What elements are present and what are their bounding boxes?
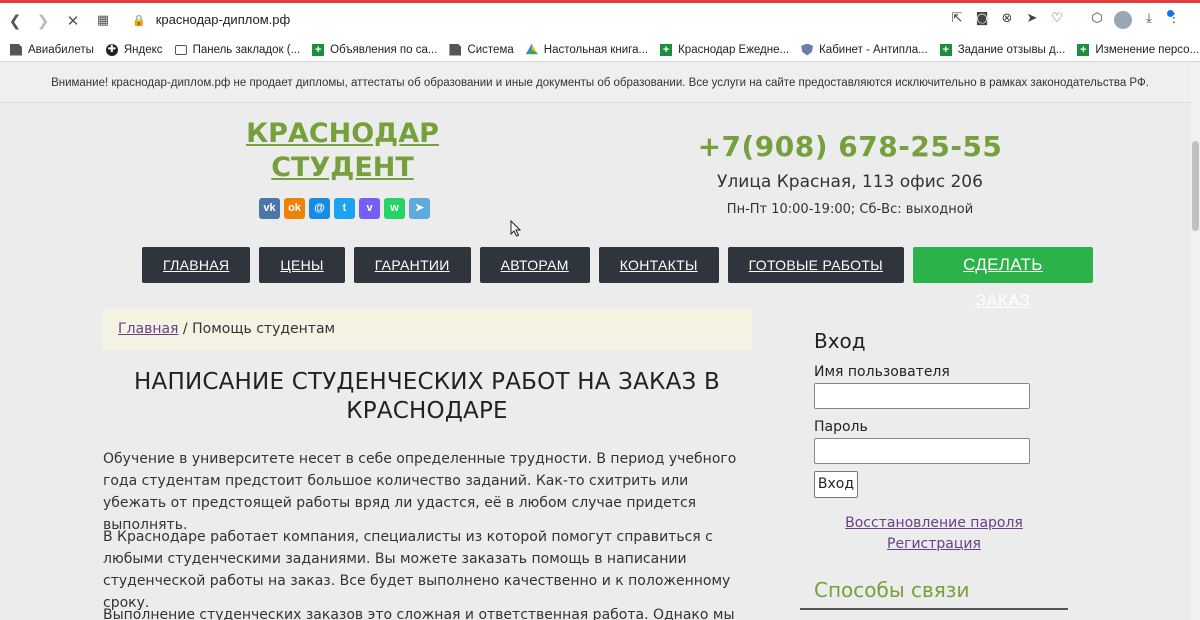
stop-loading-icon[interactable]: ✕ (62, 10, 84, 32)
ok-icon[interactable]: ok (284, 198, 305, 219)
recover-password-link[interactable]: Восстановление пароля (800, 515, 1068, 531)
bookmark-item[interactable]: Настольная книга... (525, 43, 649, 56)
main-menu: ГЛАВНАЯ ЦЕНЫ ГАРАНТИИ АВТОРАМ КОНТАКТЫ ГОТОВЫ… (142, 247, 1093, 310)
bookmark-file-icon (449, 43, 462, 56)
bookmark-plus-icon: + (312, 43, 325, 56)
menu-item[interactable]: ГЛАВНАЯ (142, 247, 251, 283)
bookmark-item[interactable]: ✚ Яндекс (105, 43, 163, 56)
bookmark-file-icon (10, 43, 22, 56)
username-label: Имя пользователя (814, 364, 950, 380)
page-title: НАПИСАНИЕ СТУДЕНЧЕСКИХ РАБОТ НА ЗАКАЗ В … (134, 369, 720, 424)
vk-icon[interactable]: vk (259, 198, 280, 219)
block-icon[interactable]: ⊗ (999, 11, 1015, 27)
heart-icon[interactable]: ♡ (1049, 11, 1065, 27)
address: Улица Красная, 113 офис 206 (717, 172, 983, 192)
bookmark-label: Настольная книга... (543, 43, 649, 56)
address-bar[interactable]: 🔒 краснодар-диплом.рф (132, 12, 290, 27)
divider (800, 608, 1068, 610)
login-button[interactable]: Вход (814, 471, 858, 498)
bookmark-label: Изменение персо... (1095, 43, 1200, 56)
download-icon[interactable]: ⤓ (1141, 11, 1157, 27)
download-indicator-dot (1167, 10, 1174, 17)
bookmark-drive-icon (525, 43, 538, 55)
back-icon[interactable]: ❮ (4, 10, 26, 32)
site-logo[interactable]: КРАСНОДАР СТУДЕНТ (240, 117, 445, 185)
bookmark-label: Задание отзывы д... (957, 43, 1066, 56)
camera-icon[interactable]: ◙ (974, 11, 990, 27)
paragraph-2: В Краснодаре работает компания, специали… (103, 529, 731, 611)
contact-methods-title: Способы связи (814, 578, 970, 602)
bookmarks-bar: Авиабилеты ✚ Яндекс Панель закладок (... + Об… (0, 38, 1200, 62)
menu-item[interactable]: КОНТАКТЫ (598, 247, 719, 283)
moimir-icon[interactable]: @ (309, 198, 330, 219)
menu-item[interactable]: ЦЕНЫ (259, 247, 345, 283)
password-input[interactable] (814, 438, 1030, 464)
scrollbar-thumb[interactable] (1192, 141, 1199, 231)
bookmark-label: Панель закладок (... (192, 43, 301, 56)
password-label: Пароль (814, 419, 868, 435)
breadcrumb-current: Помощь студентам (192, 321, 336, 337)
paragraph-1: Обучение в университете несет в себе опр… (103, 451, 737, 533)
bookmark-item[interactable]: + Изменение персо... (1077, 43, 1200, 56)
bookmark-item[interactable]: + Объявления по са... (312, 43, 438, 56)
mouse-cursor-icon (510, 220, 521, 237)
twitter-icon[interactable]: t (334, 198, 355, 219)
order-button[interactable]: СДЕЛАТЬ ЗАКАЗ (912, 247, 1093, 310)
url-text[interactable]: краснодар-диплом.рф (156, 12, 290, 27)
bookmark-item[interactable]: + Задание отзывы д... (939, 43, 1066, 56)
bookmark-shield-icon (801, 43, 814, 56)
bookmark-label: Яндекс (123, 43, 163, 56)
bookmark-item[interactable]: Кабинет - Антипла... (801, 43, 928, 56)
bookmark-plus-icon: + (660, 43, 673, 56)
breadcrumb: Главная / Помощь студентам (102, 308, 752, 350)
phone-number[interactable]: +7(908) 678-25-55 (690, 130, 1010, 163)
bookmark-label: Кабинет - Антипла... (819, 43, 928, 56)
breadcrumb-home-link[interactable]: Главная (118, 321, 178, 337)
whatsapp-icon[interactable]: w (384, 198, 405, 219)
bookmark-plus-icon: + (939, 43, 952, 56)
menu-item[interactable]: ГАРАНТИИ (353, 247, 471, 283)
send-icon[interactable]: ➤ (1024, 11, 1040, 27)
tabs-grid-icon[interactable]: ▦ (92, 10, 114, 32)
bookmark-plus-icon: + (1077, 43, 1090, 56)
bookmark-label: Объявления по са... (330, 43, 438, 56)
bookmark-label: Краснодар Ежедне... (678, 43, 790, 56)
telegram-icon[interactable]: ➤ (409, 198, 430, 219)
logo-line-1: КРАСНОДАР (246, 118, 439, 149)
menu-item[interactable]: ГОТОВЫЕ РАБОТЫ (727, 247, 904, 283)
scrollbar[interactable] (1191, 63, 1200, 620)
social-share-buttons: vk ok @ t v w ➤ (259, 198, 430, 219)
browser-toolbar: ❮ ❯ ✕ ▦ 🔒 краснодар-диплом.рф ⇱ ◙ ⊗ ➤ ♡ ⬡… (0, 0, 1200, 38)
login-title: Вход (814, 329, 866, 353)
extensions-cube-icon[interactable]: ⬡ (1089, 11, 1105, 27)
bookmark-circ-icon: ✚ (105, 43, 118, 56)
username-input[interactable] (814, 383, 1030, 409)
share-icon[interactable]: ⇱ (949, 11, 965, 27)
bookmark-folder-icon (174, 44, 187, 55)
working-hours: Пн-Пт 10:00-19:00; Сб-Вс: выходной (726, 202, 974, 217)
bookmark-label: Система (467, 43, 514, 56)
forward-icon[interactable]: ❯ (32, 10, 54, 32)
bookmark-item[interactable]: Панель закладок (... (174, 43, 301, 56)
register-link[interactable]: Регистрация (800, 536, 1068, 552)
menu-item[interactable]: АВТОРАМ (479, 247, 590, 283)
bookmark-label: Авиабилеты (28, 43, 94, 56)
lock-icon: 🔒 (132, 15, 146, 27)
bookmark-item[interactable]: + Краснодар Ежедне... (660, 43, 790, 56)
paragraph-3: Выполнение студенческих заказов это слож… (103, 607, 735, 620)
breadcrumb-separator: / (178, 321, 193, 337)
logo-line-2: СТУДЕНТ (271, 152, 414, 183)
profile-avatar-icon[interactable] (1114, 11, 1132, 29)
bookmark-item[interactable]: Авиабилеты (10, 43, 94, 56)
bookmark-item[interactable]: Система (449, 43, 514, 56)
legal-notice: Внимание! краснодар-диплом.рф не продает… (0, 63, 1200, 103)
viber-icon[interactable]: v (359, 198, 380, 219)
